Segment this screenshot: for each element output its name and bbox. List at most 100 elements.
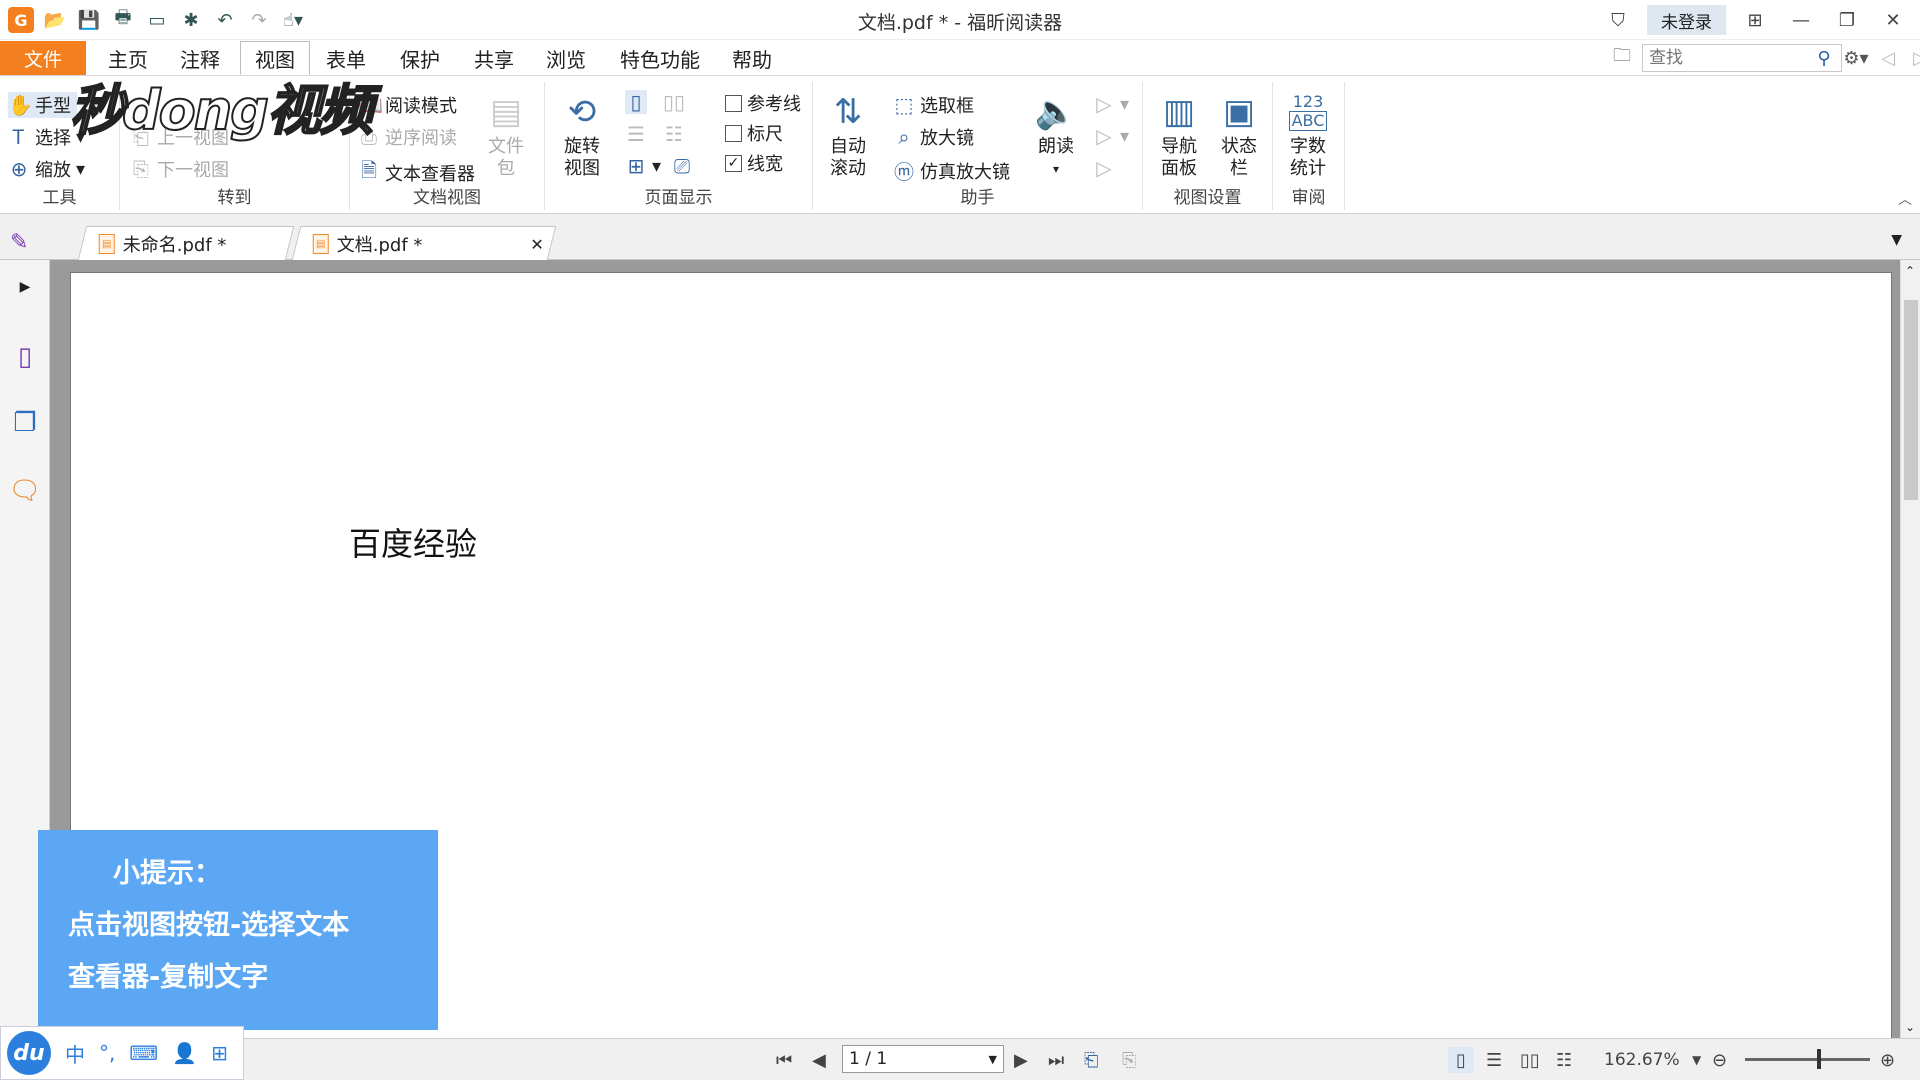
- tab-list-dropdown-icon[interactable]: ▼: [1891, 232, 1902, 248]
- tab-menu-icon[interactable]: ✎: [10, 230, 28, 255]
- layers-icon[interactable]: ❐: [10, 406, 40, 440]
- status-bar-button[interactable]: ▣ 状态栏: [1211, 90, 1267, 180]
- restore-button[interactable]: ❐: [1830, 5, 1864, 35]
- read-mode-button[interactable]: 📖 阅读模式: [358, 92, 457, 118]
- magnifier-icon: ⌕: [898, 125, 910, 149]
- vertical-scrollbar[interactable]: ⌃ ⌄: [1900, 260, 1920, 1038]
- ime-lang[interactable]: 中: [65, 1039, 85, 1068]
- split-icon: ⊞: [627, 154, 645, 178]
- minimize-button[interactable]: —: [1784, 5, 1818, 35]
- nav-panel-button[interactable]: ▥ 导航面板: [1151, 90, 1207, 180]
- continuous-status-icon[interactable]: ☰: [1486, 1047, 1502, 1073]
- tab-share[interactable]: 共享: [466, 41, 522, 75]
- read-page-icon: ▷: [1096, 92, 1112, 116]
- tab-browse[interactable]: 浏览: [538, 41, 594, 75]
- zoom-slider[interactable]: [1745, 1058, 1870, 1061]
- punctuation-icon[interactable]: °,: [99, 1041, 115, 1065]
- ime-grid-icon[interactable]: ⊞: [211, 1041, 228, 1065]
- guides-check-box[interactable]: [725, 94, 742, 112]
- two-continuous-button[interactable]: ☷: [663, 122, 685, 146]
- continuous-button[interactable]: ☰: [625, 122, 647, 146]
- pdf-file-icon: ▤: [312, 233, 329, 254]
- scroll-up-icon[interactable]: ⌃: [1905, 264, 1915, 278]
- zoom-out-icon[interactable]: ⊖: [1712, 1047, 1727, 1073]
- portfolio-button[interactable]: ▤ 文件包: [484, 90, 528, 180]
- doc-tab-untitled[interactable]: ▤ 未命名.pdf *: [77, 226, 295, 260]
- close-button[interactable]: ✕: [1876, 5, 1910, 35]
- continuous-facing-status-icon[interactable]: ☷: [1556, 1047, 1572, 1073]
- login-button[interactable]: 未登录: [1647, 5, 1726, 35]
- page-fit-button[interactable]: ⎚: [671, 154, 693, 178]
- zoom-level[interactable]: 162.67%: [1604, 1047, 1680, 1073]
- hand-tool-button[interactable]: ✋ 手型: [8, 92, 77, 118]
- group-label-assistant: 助手: [960, 188, 995, 208]
- ruler-check-box[interactable]: [725, 124, 742, 142]
- comments-icon[interactable]: 🗨: [9, 474, 42, 508]
- search-icon[interactable]: ⚲: [1812, 44, 1836, 72]
- single-page-button[interactable]: ▯: [625, 90, 647, 114]
- magnifier-button[interactable]: ⌕ 放大镜: [893, 124, 974, 150]
- apps-grid-icon[interactable]: ⊞: [1738, 5, 1772, 35]
- text-select-icon: Ꭲ: [12, 125, 26, 149]
- prev-page-icon[interactable]: ◀: [812, 1047, 826, 1073]
- zoom-slider-handle[interactable]: [1817, 1049, 1821, 1069]
- skin-icon[interactable]: ⛉: [1601, 5, 1635, 35]
- ime-toolbar: du 中 °, ⌨ 👤 ⊞: [0, 1026, 244, 1080]
- auto-scroll-button[interactable]: ⇅ 自动滚动: [823, 90, 873, 180]
- line-weight-check-box[interactable]: ✓: [725, 154, 742, 172]
- rotate-view-button[interactable]: ⟲ 旋转视图: [555, 90, 609, 180]
- scroll-thumb[interactable]: [1904, 300, 1918, 500]
- forward-icon[interactable]: ▷: [1908, 44, 1920, 72]
- user-icon[interactable]: 👤: [172, 1041, 197, 1065]
- read-option-2[interactable]: ▷ ▾: [1093, 124, 1129, 148]
- page-number-field[interactable]: 1 / 1 ▼: [842, 1045, 1004, 1073]
- tab-help[interactable]: 帮助: [724, 41, 780, 75]
- next-page-icon[interactable]: ▶: [1014, 1047, 1028, 1073]
- ruler-checkbox[interactable]: 标尺: [725, 120, 783, 146]
- tip-line: 查看器-复制文字: [68, 962, 269, 993]
- two-page-button[interactable]: ▯▯: [663, 90, 685, 114]
- zoom-tool-button[interactable]: ⊕ 缩放 ▾: [8, 156, 85, 182]
- portfolio-icon: ▤: [489, 92, 523, 132]
- page-fit-icon: ⎚: [674, 154, 690, 178]
- next-view-button[interactable]: ⎘ 下一视图: [130, 156, 229, 182]
- tip-line: 点击视图按钮-选择文本: [68, 910, 350, 941]
- du-logo-icon[interactable]: du: [7, 1031, 51, 1075]
- zoom-in-icon[interactable]: ⊕: [1880, 1047, 1895, 1073]
- guides-checkbox[interactable]: 参考线: [725, 90, 801, 116]
- zoom-dropdown-icon[interactable]: ▼: [1692, 1047, 1701, 1073]
- rotate-view-icon: ⟲: [567, 92, 597, 132]
- prev-view-status-icon[interactable]: ⎗: [1084, 1047, 1098, 1073]
- word-count-button[interactable]: 123 ABC 字数统计: [1283, 90, 1333, 180]
- read-stop-icon: ▷: [1096, 156, 1112, 180]
- read-option-3[interactable]: ▷: [1093, 156, 1115, 180]
- last-page-icon[interactable]: ⏭: [1048, 1047, 1064, 1073]
- group-label-page-display: 页面显示: [644, 188, 713, 208]
- next-view-status-icon[interactable]: ⎘: [1122, 1047, 1136, 1073]
- tab-features[interactable]: 特色功能: [612, 41, 708, 75]
- doc-tab-document[interactable]: ▤ 文档.pdf * ✕: [291, 226, 557, 260]
- first-page-icon[interactable]: ⏮: [776, 1047, 792, 1073]
- document-text[interactable]: 百度经验: [349, 519, 477, 565]
- page-dropdown-icon[interactable]: ▼: [989, 1053, 997, 1066]
- tab-protect[interactable]: 保护: [392, 41, 448, 75]
- close-tab-icon[interactable]: ✕: [531, 234, 544, 253]
- single-page-status-icon[interactable]: ▯: [1448, 1047, 1474, 1073]
- back-icon[interactable]: ◁: [1876, 44, 1900, 72]
- scroll-down-icon[interactable]: ⌄: [1905, 1020, 1915, 1034]
- facing-status-icon[interactable]: ▯▯: [1520, 1047, 1540, 1073]
- loupe-button[interactable]: ⓜ 仿真放大镜: [893, 156, 1010, 185]
- keyboard-icon[interactable]: ⌨: [129, 1041, 158, 1065]
- read-option-1[interactable]: ▷ ▾: [1093, 92, 1129, 116]
- page-thumbnail-icon[interactable]: ▯: [10, 340, 40, 374]
- two-page-icon: ▯▯: [663, 90, 686, 114]
- read-aloud-button[interactable]: 🔈 朗读 ▾: [1031, 90, 1081, 180]
- collapse-ribbon-icon[interactable]: ︿: [1898, 189, 1912, 209]
- settings-gear-icon[interactable]: ⚙▾: [1843, 44, 1868, 72]
- line-weight-checkbox[interactable]: ✓ 线宽: [725, 150, 783, 176]
- folder-search-icon[interactable]: 🗀: [1610, 44, 1634, 72]
- marquee-button[interactable]: ⬚ 选取框: [893, 92, 974, 118]
- expand-pane-icon[interactable]: ▶: [10, 270, 40, 304]
- reverse-read-button[interactable]: ⎙ 逆序阅读: [358, 124, 457, 150]
- split-button[interactable]: ⊞ ▾: [625, 154, 661, 178]
